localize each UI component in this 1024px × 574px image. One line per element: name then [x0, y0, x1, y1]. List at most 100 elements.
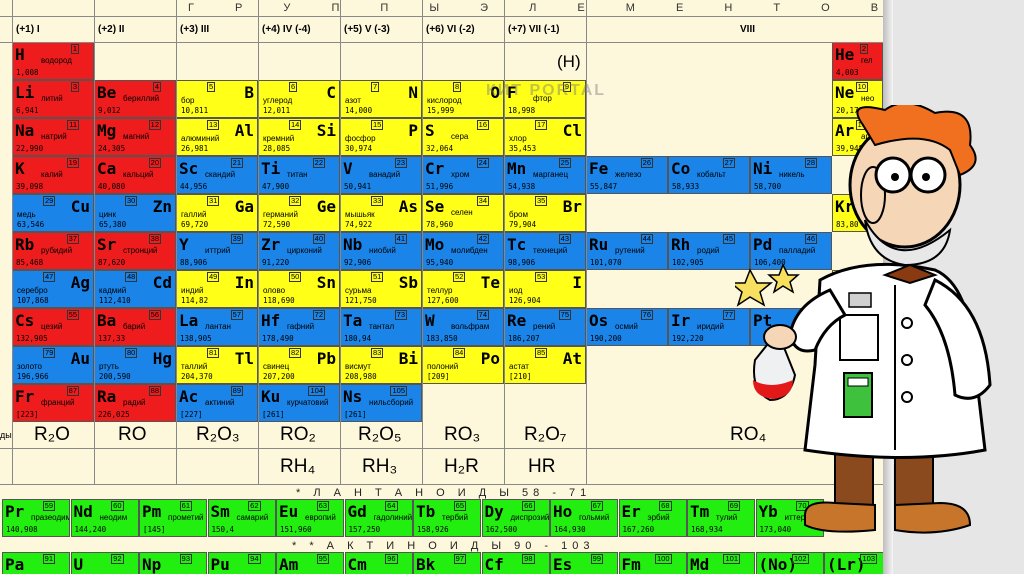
- element-name: родий: [697, 246, 720, 255]
- element-cell-ti: Ti 22 титан 47,900: [258, 156, 340, 194]
- atomic-mass: 112,410: [99, 296, 131, 305]
- atomic-mass: 10,811: [181, 106, 209, 115]
- element-symbol: Se: [425, 197, 445, 216]
- element-name: углерод: [263, 96, 293, 105]
- element-symbol: Po: [480, 349, 500, 368]
- element-cell-nb: Nb 41 ниобий 92,906: [340, 232, 422, 270]
- element-symbol: Te: [480, 273, 500, 292]
- element-cell-i: I 53 иод 126,904: [504, 270, 586, 308]
- element-cell-sc: Sc 21 скандий 44,956: [176, 156, 258, 194]
- atomic-number: 5: [207, 82, 216, 92]
- atomic-mass: 72,590: [263, 220, 291, 229]
- atomic-mass: 151,960: [280, 525, 312, 534]
- atomic-mass: 144,240: [74, 525, 107, 534]
- element-cell-fe: Fe 26 железо 55,847: [586, 156, 668, 194]
- element-cell-n: N 7 азот 14,000: [340, 80, 422, 118]
- element-symbol: I: [572, 273, 582, 292]
- element-name: цезий: [41, 322, 63, 331]
- atomic-number: 63: [316, 501, 329, 511]
- element-cell-es: Es 99: [550, 552, 618, 574]
- element-name: барий: [123, 322, 146, 331]
- element-name: олово: [263, 286, 286, 295]
- element-cell-bi: Bi 83 висмут 208,980: [340, 346, 422, 384]
- element-name: свинец: [263, 362, 290, 371]
- atomic-number: 51: [371, 272, 384, 282]
- element-cell-ba: Ba 56 барий 137,33: [94, 308, 176, 346]
- atomic-mass: 162,500: [485, 525, 518, 534]
- actinides-label: * * А К Т И Н О И Д Ы 90 - 103: [292, 540, 595, 552]
- element-cell-rb: Rb 37 рубидий 85,468: [12, 232, 94, 270]
- grid-line: [258, 0, 259, 485]
- element-symbol: He: [835, 45, 855, 64]
- atomic-mass: 58,933: [672, 182, 700, 191]
- atomic-number: 24: [476, 158, 489, 168]
- element-symbol: N: [408, 83, 418, 102]
- atomic-mass: 118,690: [263, 296, 295, 305]
- element-cell-mn: Mn 25 марганец 54,938: [504, 156, 586, 194]
- element-symbol: Rh: [671, 235, 691, 254]
- element-name: иод: [509, 286, 523, 295]
- oxide-formula: RO: [118, 424, 147, 445]
- atomic-number: 23: [394, 158, 407, 168]
- element-symbol: Sm: [210, 502, 230, 521]
- atomic-mass: [223]: [16, 410, 39, 419]
- element-name: европий: [305, 513, 336, 522]
- element-symbol: Re: [507, 311, 527, 330]
- atomic-mass: [145]: [143, 525, 166, 534]
- element-symbol: At: [562, 349, 582, 368]
- atomic-mass: 54,938: [508, 182, 536, 191]
- star-icon: [767, 263, 800, 294]
- atomic-mass: 200,590: [99, 372, 131, 381]
- element-symbol: Ag: [70, 273, 90, 292]
- element-symbol: Ge: [316, 197, 336, 216]
- element-cell-pr: Pr 59 празеодим 140,908: [2, 499, 70, 537]
- element-symbol: Cf: [484, 555, 504, 574]
- element-name: натрий: [41, 132, 67, 141]
- grid-line: [94, 0, 95, 485]
- atomic-number: 91: [42, 554, 55, 564]
- grid-line: [176, 0, 177, 485]
- atomic-mass: [261]: [262, 410, 285, 419]
- element-name: рубидий: [41, 246, 73, 255]
- element-symbol: Dy: [484, 502, 504, 521]
- element-name: магний: [123, 132, 150, 141]
- element-name: гольмий: [579, 513, 610, 522]
- atomic-number: 93: [179, 554, 192, 564]
- element-cell-cd: Cd 48 кадмий 112,410: [94, 270, 176, 308]
- atomic-mass: 85,468: [16, 258, 44, 267]
- atomic-mass: 164,930: [554, 525, 586, 534]
- element-cell-cl: Cl 17 хлор 35,453: [504, 118, 586, 156]
- atomic-mass: 24,305: [98, 144, 126, 153]
- atomic-number: 19: [66, 158, 79, 168]
- atomic-number: 94: [248, 554, 261, 564]
- atomic-mass: 157,250: [348, 525, 381, 534]
- coat-button: [901, 391, 913, 403]
- element-cell-al: Al 13 алюминий 26,981: [176, 118, 258, 156]
- element-symbol: La: [179, 311, 199, 330]
- atomic-number: 26: [640, 158, 653, 168]
- element-symbol: Ti: [261, 159, 281, 178]
- row-label-oxides: ды: [0, 430, 12, 440]
- element-symbol: Na: [15, 121, 35, 140]
- element-symbol: P: [408, 121, 418, 140]
- table-title: Г Р У П П Ы Э Л Е М Е Н Т О В: [188, 2, 883, 14]
- element-symbol: Pm: [142, 502, 162, 521]
- atomic-mass: 196,966: [17, 372, 49, 381]
- element-symbol: As: [398, 197, 418, 216]
- element-name: мышьяк: [345, 210, 375, 219]
- element-symbol: Ta: [343, 311, 363, 330]
- element-symbol: Mo: [425, 235, 445, 254]
- element-cell-b: B 5 бор 10,811: [176, 80, 258, 118]
- element-symbol: Er: [621, 502, 641, 521]
- element-cell-hf: Hf 72 гафний 178,490: [258, 308, 340, 346]
- element-symbol: Tc: [507, 235, 527, 254]
- oxide-formula: R₂O: [34, 424, 70, 445]
- element-name: нильсборий: [369, 398, 414, 407]
- element-cell-cr: Cr 24 хром 51,996: [422, 156, 504, 194]
- element-cell-dy: Dy 66 диспрозий 162,500: [481, 499, 550, 537]
- atomic-mass: 9,012: [98, 106, 121, 115]
- atomic-number: 105: [390, 386, 407, 396]
- element-symbol: Ns: [343, 387, 363, 406]
- element-cell-ru: Ru 44 рутений 101,070: [586, 232, 668, 270]
- atomic-number: 7: [371, 82, 380, 92]
